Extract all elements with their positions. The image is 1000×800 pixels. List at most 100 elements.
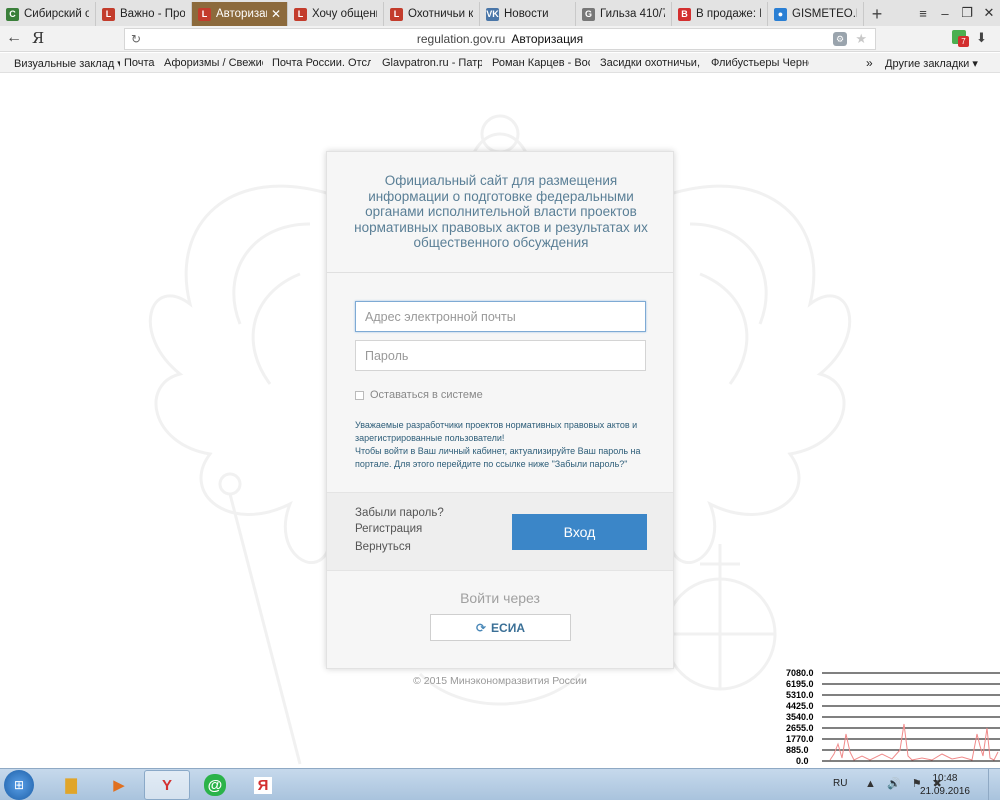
extension-badge: 7 [958,36,969,47]
close-window-icon[interactable]: ✕ [978,5,1000,21]
bookmark-mail[interactable]: Почта [124,57,155,69]
tab-0[interactable]: С Сибирский охо [0,2,96,26]
tab-6[interactable]: G Гильза 410/73 [576,2,672,26]
tab-favicon-icon: L [390,7,403,21]
register-link[interactable]: Регистрация [355,523,422,535]
show-desktop-button[interactable] [988,769,1000,800]
taskbar-mail-agent[interactable]: @ [192,770,238,800]
notice-line: зарегистрированные пользователи! [355,433,505,443]
folder-icon: ▇ [65,777,77,794]
graph-label: 1770.0 [786,734,814,744]
yandex-icon: Я [253,776,273,794]
bookmark-kartsev[interactable]: Роман Карцев - Восп [492,57,590,69]
restore-icon[interactable]: ❐ [956,5,978,21]
bookmarks-bar: Визуальные заклад ▾ Почта Афоризмы / Све… [0,53,1000,73]
extension-icon[interactable]: 7 [952,30,970,48]
esia-label: ЕСИА [491,620,526,635]
graph-label: 7080.0 [786,668,814,678]
close-tab-icon[interactable]: ✕ [271,7,281,21]
remember-label: Оставаться в системе [370,389,483,401]
notice-text: Уважаемые разработчики проектов норматив… [355,419,650,471]
remember-me[interactable]: Оставаться в системе [355,389,483,401]
bookmark-flibustiers[interactable]: Флибустьеры Черно [711,57,809,69]
browser-menu-icon[interactable]: ≡ [912,6,934,21]
return-link[interactable]: Вернуться [355,541,411,553]
site-title-line: органами исполнительной власти проектов [365,204,637,219]
forgot-password-link[interactable]: Забыли пароль? [355,507,444,519]
start-button[interactable]: ⊞ [4,770,34,800]
tab-8[interactable]: ● GISMETEO.RU: [768,2,864,26]
tab-3[interactable]: L Хочу общения [288,2,384,26]
bookmark-glavpatron[interactable]: Glavpatron.ru - Патро [382,57,482,69]
site-title-line: информации о подготовке федеральными [368,188,634,204]
tab-favicon-icon: L [198,7,211,21]
clock-date: 21.09.2016 [919,786,970,797]
tab-7[interactable]: B В продаже: Ги [672,2,768,26]
tab-4[interactable]: L Охотничьи кар [384,2,480,26]
site-title-line: общественного обсуждения [413,235,589,250]
bookmark-star-icon[interactable]: ★ [855,31,867,47]
graph-label: 2655.0 [786,723,814,733]
bookmark-visual[interactable]: Визуальные заклад ▾ [14,57,120,70]
minimize-icon[interactable]: – [934,6,956,21]
protect-icon[interactable]: ⚙ [833,32,847,46]
tab-label: Охотничьи кар [408,8,473,20]
clock[interactable]: 10:48 21.09.2016 [920,772,970,798]
media-player-icon: ▶ [113,777,125,794]
new-tab-button[interactable]: + [864,2,890,26]
tab-label: Новости [504,8,549,20]
tab-2[interactable]: L Авторизация ✕ [192,2,288,26]
taskbar-explorer[interactable]: ▇ [48,770,94,800]
remember-checkbox[interactable] [355,390,364,400]
mail-agent-icon: @ [204,774,226,796]
notice-line: Уважаемые разработчики проектов норматив… [355,420,638,430]
address-host: regulation.gov.ru [416,32,506,46]
bookmark-other[interactable]: Другие закладки ▾ [885,57,978,70]
graph-label: 5310.0 [786,690,814,700]
downloads-icon[interactable]: ⬇ [976,30,987,46]
graph-label: 6195.0 [786,679,814,689]
taskbar-media[interactable]: ▶ [96,770,142,800]
esia-icon: ⟳ [475,620,487,635]
graph-series [829,723,999,761]
bookmarks-more-icon[interactable]: » [866,56,873,70]
language-indicator[interactable]: RU [833,778,847,789]
graph-label: 3540.0 [786,712,814,722]
tab-list: С Сибирский охо L Важно - Проект L Авторизаци… [0,0,864,26]
clock-time: 10:48 [932,773,958,784]
tab-label: Гильза 410/73 [600,8,665,20]
taskbar-yandex[interactable]: Я [240,770,286,800]
graph-label: 885.0 [786,745,809,755]
notice-line: Чтобы войти в Ваш личный кабинет, актуал… [355,446,641,456]
tab-bar: С Сибирский охо L Важно - Проект L Авторизаци… [0,0,1000,26]
window-controls: ≡ – ❐ ✕ [912,0,1000,26]
tab-favicon-icon: G [582,7,595,21]
copyright: © 2015 Минэкономразвития России [413,675,587,687]
site-title-line: нормативных правовых актов и результатах… [354,219,648,235]
system-tray: RU ▲ 🔊 ⚑ ✖ 10:48 21.09.2016 [825,769,1000,800]
tab-favicon-icon: L [294,7,307,21]
address-field[interactable]: ↻ regulation.gov.ru Авторизация ⚙ ★ [124,28,876,50]
tab-label: Авторизация [216,8,267,20]
tab-label: В продаже: Ги [696,8,761,20]
site-title-line: Официальный сайт для размещения [384,173,618,188]
divider [327,272,673,273]
tab-label: GISMETEO.RU: [792,8,857,20]
bookmark-aphorisms[interactable]: Афоризмы / Свежие [164,57,263,69]
yandex-logo[interactable]: Я [32,29,44,47]
address-text[interactable]: regulation.gov.ru Авторизация [125,32,875,46]
password-input[interactable] [355,340,646,371]
tab-label: Сибирский охо [24,8,89,20]
bookmark-pochta-rossii[interactable]: Почта России. Отсле [272,57,371,69]
tab-5[interactable]: VK Новости [480,2,576,26]
esia-button[interactable]: ⟳ ЕСИА [430,614,571,641]
tab-1[interactable]: L Важно - Проект [96,2,192,26]
graph-label: 4425.0 [786,701,814,711]
taskbar: ⊞ ▇ ▶ Y @ Я RU ▲ 🔊 ⚑ ✖ 10:48 21.09.2016 [0,768,1000,800]
address-page-title: Авторизация [511,32,584,46]
email-input[interactable] [355,301,646,332]
bookmark-zasidki[interactable]: Засидки охотничьи, с [600,57,700,69]
taskbar-yandex-browser[interactable]: Y [144,770,190,800]
back-arrow-icon[interactable]: ← [6,29,22,47]
login-button[interactable]: Вход [512,514,647,550]
